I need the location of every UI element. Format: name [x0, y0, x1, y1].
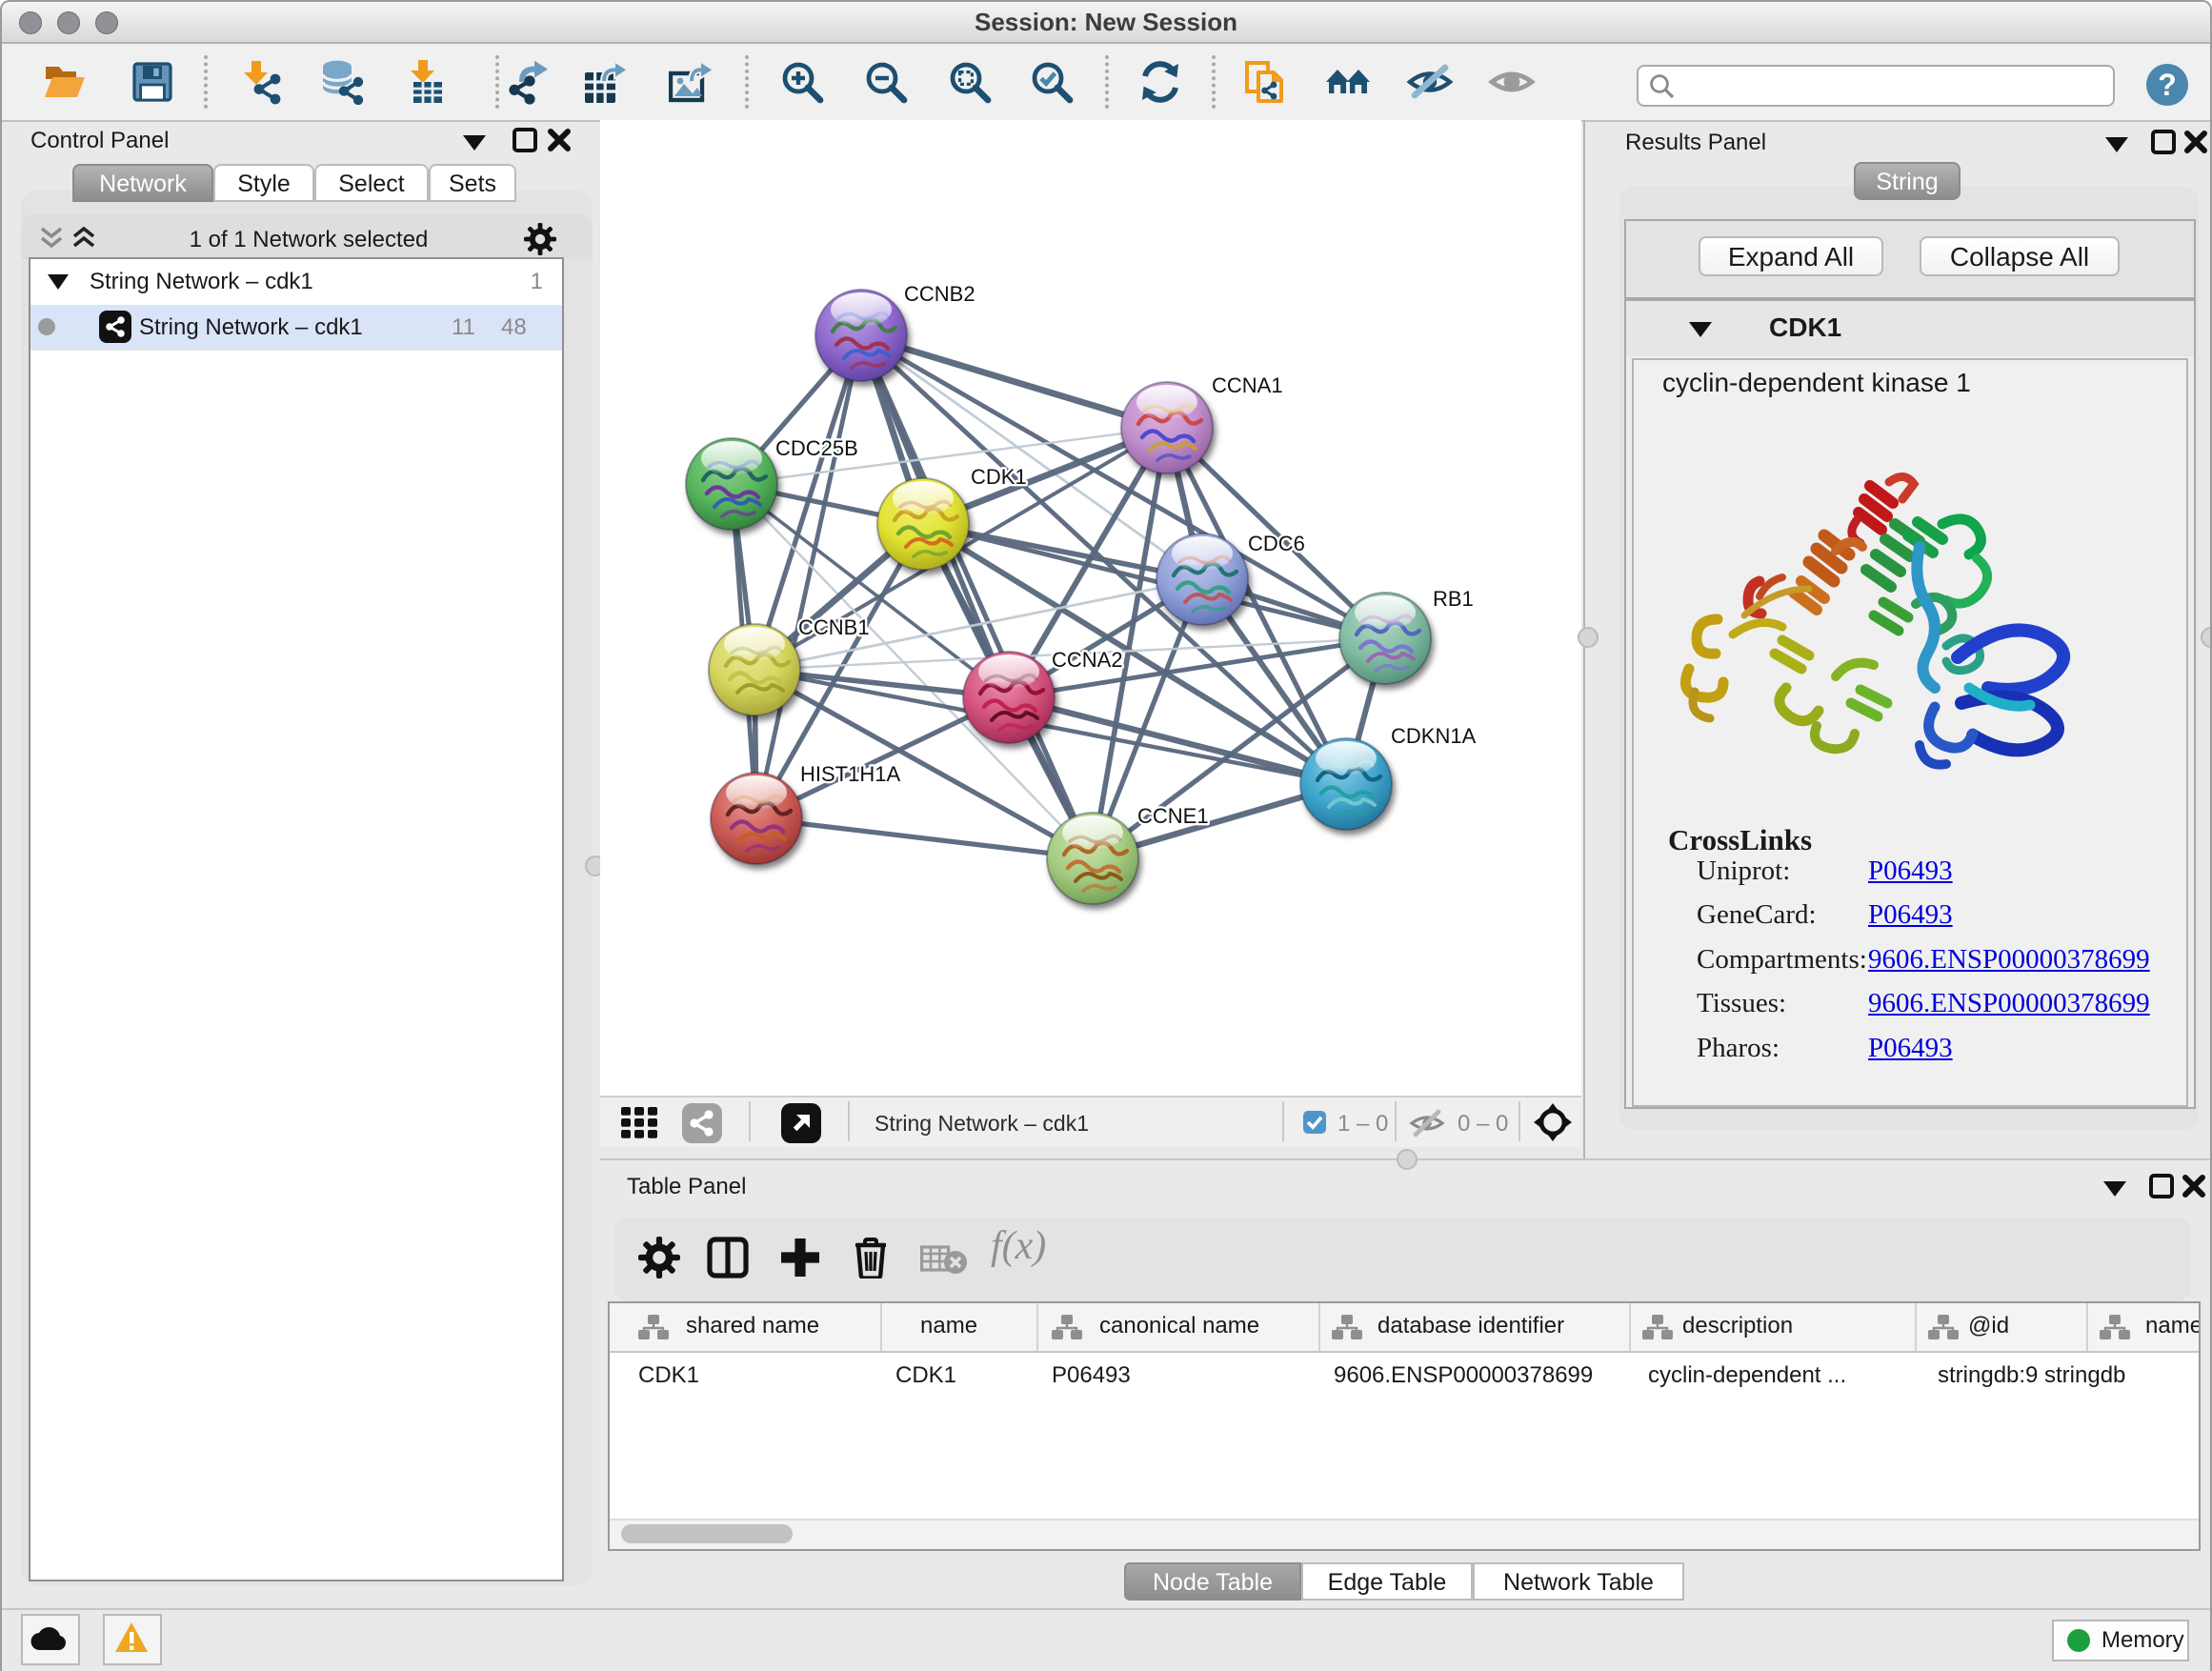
svg-text:CDKN1A: CDKN1A	[1391, 724, 1477, 748]
svg-text:HIST1H1A: HIST1H1A	[800, 762, 900, 786]
svg-text:CCNA2: CCNA2	[1052, 648, 1123, 672]
svg-text:CCNA1: CCNA1	[1212, 373, 1283, 397]
svg-text:CDK1: CDK1	[971, 465, 1027, 489]
svg-text:CCNB2: CCNB2	[904, 282, 975, 306]
svg-text:RB1: RB1	[1433, 587, 1474, 611]
svg-text:CCNE1: CCNE1	[1137, 804, 1209, 828]
svg-text:CCNB1: CCNB1	[798, 615, 870, 639]
svg-text:?: ?	[2158, 68, 2177, 102]
svg-text:CDC6: CDC6	[1248, 532, 1305, 555]
svg-text:CDC25B: CDC25B	[775, 436, 858, 460]
